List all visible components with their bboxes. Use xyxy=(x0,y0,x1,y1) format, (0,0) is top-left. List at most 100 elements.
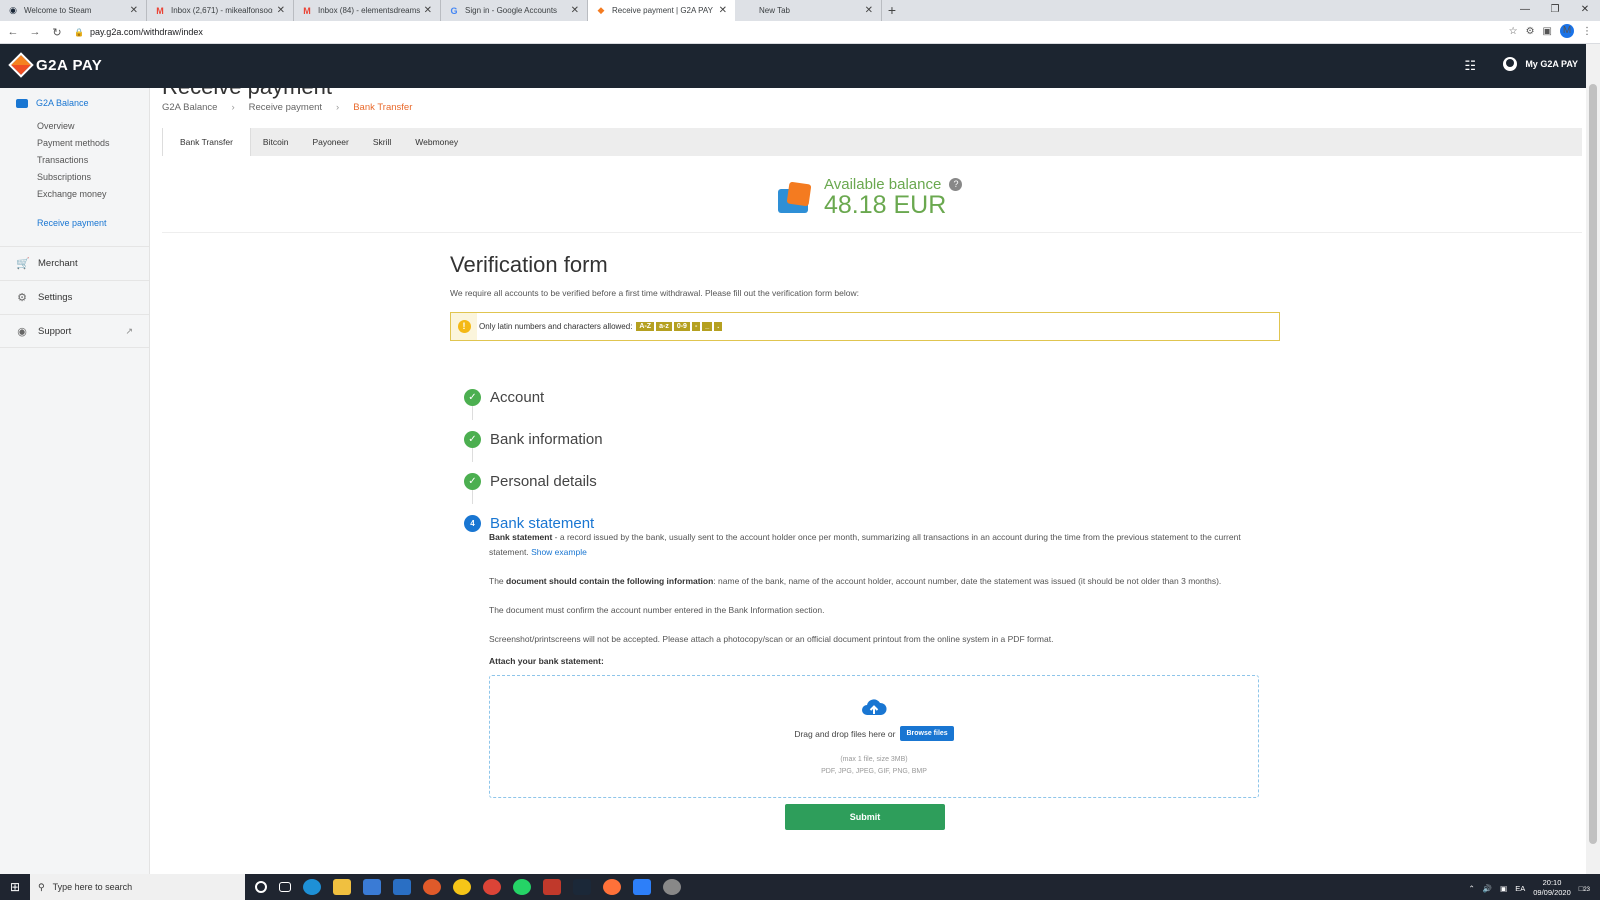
close-window-button[interactable]: ✕ xyxy=(1570,0,1600,21)
restore-button[interactable]: ❐ xyxy=(1540,0,1570,21)
blank-tab-icon xyxy=(743,6,753,16)
browser-tab[interactable]: ◉ Welcome to Steam ✕ xyxy=(0,0,147,21)
notification-icon[interactable]: □23 xyxy=(1579,884,1590,893)
lifebuoy-icon: ◉ xyxy=(17,325,27,338)
menu-dots-icon[interactable]: ⋮ xyxy=(1582,26,1592,37)
tab-webmoney[interactable]: Webmoney xyxy=(403,128,470,156)
sidebar-item-exchange-money[interactable]: Exchange money xyxy=(37,186,149,203)
step-account[interactable]: ✓ Account xyxy=(464,376,1264,418)
file-explorer-icon[interactable] xyxy=(333,879,351,895)
show-example-link[interactable]: Show example xyxy=(531,547,587,557)
bookmark-star-icon[interactable]: ☆ xyxy=(1509,26,1518,37)
sidebar-item-receive-payment[interactable]: Receive payment xyxy=(37,215,149,232)
mail-icon[interactable] xyxy=(393,879,411,895)
tab-skrill[interactable]: Skrill xyxy=(361,128,403,156)
tab-payoneer[interactable]: Payoneer xyxy=(300,128,360,156)
submit-button[interactable]: Submit xyxy=(785,804,945,830)
page-scrollbar[interactable] xyxy=(1586,44,1600,874)
close-tab-icon[interactable]: ✕ xyxy=(277,5,285,16)
browser-tab[interactable]: M Inbox (84) - elementsdreams203 ✕ xyxy=(294,0,441,21)
g2a-pay-logo[interactable]: G2A PAY xyxy=(8,52,102,78)
firefox-icon[interactable] xyxy=(603,879,621,895)
close-tab-icon[interactable]: ✕ xyxy=(865,5,873,16)
browse-files-button[interactable]: Browse files xyxy=(900,726,954,741)
wallet-icon xyxy=(778,181,812,213)
user-menu[interactable]: My G2A PAY xyxy=(1503,57,1578,71)
tab-bitcoin[interactable]: Bitcoin xyxy=(251,128,301,156)
browser-tab[interactable]: G Sign in - Google Accounts ✕ xyxy=(441,0,588,21)
edge-icon[interactable] xyxy=(303,879,321,895)
forward-icon[interactable]: → xyxy=(26,26,44,38)
sidebar-submenu: Overview Payment methods Transactions Su… xyxy=(0,118,149,232)
language-indicator[interactable]: EA xyxy=(1515,884,1525,893)
profile-avatar[interactable]: M xyxy=(1560,24,1574,38)
calendar-icon[interactable] xyxy=(633,879,651,895)
minimize-button[interactable]: — xyxy=(1510,0,1540,21)
sidebar-section-g2a-balance[interactable]: G2A Balance xyxy=(0,88,149,108)
file-drop-zone[interactable]: Drag and drop files here or Browse files… xyxy=(489,675,1259,798)
close-tab-icon[interactable]: ✕ xyxy=(424,5,432,16)
volume-icon[interactable]: 🔊 xyxy=(1483,884,1492,893)
close-tab-icon[interactable]: ✕ xyxy=(130,5,138,16)
g2a-icon: ◆ xyxy=(597,5,605,15)
wallet-icon xyxy=(16,98,28,108)
task-view-icon[interactable] xyxy=(279,882,291,892)
sidebar-item-overview[interactable]: Overview xyxy=(37,118,149,135)
url-field[interactable]: pay.g2a.com/withdraw/index xyxy=(90,27,203,37)
external-link-icon: ↗ xyxy=(125,325,133,336)
tab-bank-transfer[interactable]: Bank Transfer xyxy=(162,128,251,156)
sidebar-item-transactions[interactable]: Transactions xyxy=(37,152,149,169)
step-bank-information[interactable]: ✓ Bank information xyxy=(464,418,1264,460)
check-icon: ✓ xyxy=(464,430,481,448)
steam-icon[interactable] xyxy=(573,879,591,895)
desc-bold: Bank statement xyxy=(489,532,553,542)
network-icon[interactable]: ▣ xyxy=(1500,884,1507,893)
back-icon[interactable]: ← xyxy=(4,26,22,38)
sidebar-item-settings[interactable]: ⚙ Settings xyxy=(0,280,149,314)
reload-icon[interactable]: ↻ xyxy=(48,26,66,39)
step-personal-details[interactable]: ✓ Personal details xyxy=(464,460,1264,502)
drop-instructions: Drag and drop files here or Browse files xyxy=(490,726,1258,741)
puzzle-icon[interactable]: ▣ xyxy=(1543,26,1552,37)
app-icon[interactable] xyxy=(453,879,471,895)
new-tab-button[interactable]: + xyxy=(882,0,902,21)
sidebar-item-support[interactable]: ◉ Support ↗ xyxy=(0,314,149,348)
browser-tab[interactable]: M Inbox (2,671) - mikealfonsoos@g ✕ xyxy=(147,0,294,21)
close-tab-icon[interactable]: ✕ xyxy=(719,5,727,16)
scrollbar-thumb[interactable] xyxy=(1589,84,1597,844)
breadcrumb-current: Bank Transfer xyxy=(353,102,413,113)
sidebar-item-payment-methods[interactable]: Payment methods xyxy=(37,135,149,152)
browser-tab-title: Inbox (2,671) - mikealfonsoos@g xyxy=(171,6,273,15)
attach-label: Attach your bank statement: xyxy=(489,656,604,666)
browser-tab-title: Inbox (84) - elementsdreams203 xyxy=(318,6,420,15)
user-menu-label: My G2A PAY xyxy=(1525,59,1578,69)
sidebar-item-subscriptions[interactable]: Subscriptions xyxy=(37,169,149,186)
chrome-icon[interactable] xyxy=(483,879,501,895)
taskbar-search[interactable]: ⚲ Type here to search xyxy=(30,874,245,900)
store-icon[interactable] xyxy=(363,879,381,895)
browser-tab-title: Sign in - Google Accounts xyxy=(465,6,558,15)
app-icon[interactable] xyxy=(663,879,681,895)
cortana-icon[interactable] xyxy=(255,881,267,893)
tray-arrow-icon[interactable]: ⌃ xyxy=(1468,884,1474,893)
clock[interactable]: 20:10 09/09/2020 xyxy=(1533,878,1571,898)
help-icon[interactable]: ? xyxy=(949,178,963,191)
sidebar-item-merchant[interactable]: 🛒 Merchant xyxy=(0,246,149,280)
lock-icon[interactable]: 🔒 xyxy=(74,28,84,37)
breadcrumb-item[interactable]: Receive payment xyxy=(249,102,322,113)
desc-bold: document should contain the following in… xyxy=(506,576,714,586)
sidebar-settings-label: Settings xyxy=(38,292,73,303)
extension-icon[interactable]: ⚙ xyxy=(1526,26,1535,37)
desc-text: : name of the bank, name of the account … xyxy=(713,576,1222,586)
close-tab-icon[interactable]: ✕ xyxy=(571,5,579,16)
windows-start-icon[interactable]: ⊞ xyxy=(0,880,30,894)
file-limit-hint: (max 1 file, size 3MB) xyxy=(840,756,908,763)
breadcrumb-item[interactable]: G2A Balance xyxy=(162,102,217,113)
app-icon[interactable] xyxy=(423,879,441,895)
app-icon[interactable] xyxy=(543,879,561,895)
file-formats-hint: PDF, JPG, JPEG, GIF, PNG, BMP xyxy=(821,768,927,775)
browser-tab[interactable]: ◆ Receive payment | G2A PAY ✕ xyxy=(588,0,735,21)
apps-grid-icon[interactable]: ☷ xyxy=(1464,58,1476,74)
whatsapp-icon[interactable] xyxy=(513,879,531,895)
browser-tab[interactable]: New Tab ✕ xyxy=(735,0,882,21)
